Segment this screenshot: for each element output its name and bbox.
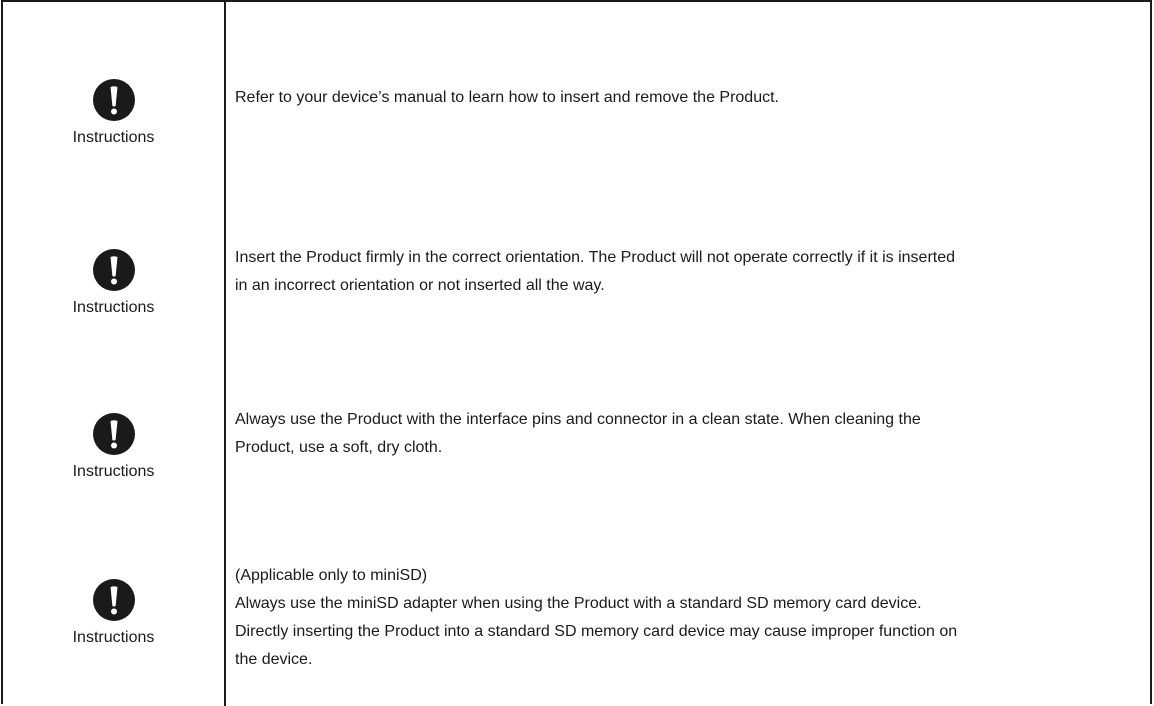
exclamation-circle-icon — [92, 79, 135, 121]
icon-cell: Instructions — [3, 578, 224, 648]
instruction-text: Insert the Product firmly in the correct… — [235, 244, 1135, 300]
instruction-text: (Applicable only to miniSD) Always use t… — [235, 562, 1135, 674]
icon-label: Instructions — [72, 299, 155, 316]
text-line: Product, use a soft, dry cloth. — [235, 439, 443, 456]
column-divider — [224, 2, 226, 706]
instructions-table: Instructions Refer to your device’s manu… — [1, 0, 1152, 706]
text-line: (Applicable only to miniSD) — [235, 567, 428, 584]
icon-cell: Instructions — [3, 248, 224, 318]
icon-cell: Instructions — [3, 412, 224, 482]
exclamation-circle-icon — [92, 413, 135, 455]
instruction-text: Always use the Product with the interfac… — [235, 406, 1135, 462]
text-line: the device. — [235, 651, 313, 668]
icon-label: Instructions — [72, 129, 155, 146]
text-line: Insert the Product firmly in the correct… — [235, 249, 956, 266]
icon-cell: Instructions — [3, 78, 224, 148]
exclamation-circle-icon — [92, 579, 135, 621]
icon-label: Instructions — [72, 463, 155, 480]
exclamation-circle-icon — [92, 249, 135, 291]
text-line: Refer to your device’s manual to learn h… — [235, 89, 779, 106]
text-line: in an incorrect orientation or not inser… — [235, 277, 605, 294]
text-line: Always use the miniSD adapter when using… — [235, 595, 922, 612]
instruction-text: Refer to your device’s manual to learn h… — [235, 84, 1135, 112]
text-line: Directly inserting the Product into a st… — [235, 623, 958, 640]
icon-label: Instructions — [72, 629, 155, 646]
text-line: Always use the Product with the interfac… — [235, 411, 921, 428]
